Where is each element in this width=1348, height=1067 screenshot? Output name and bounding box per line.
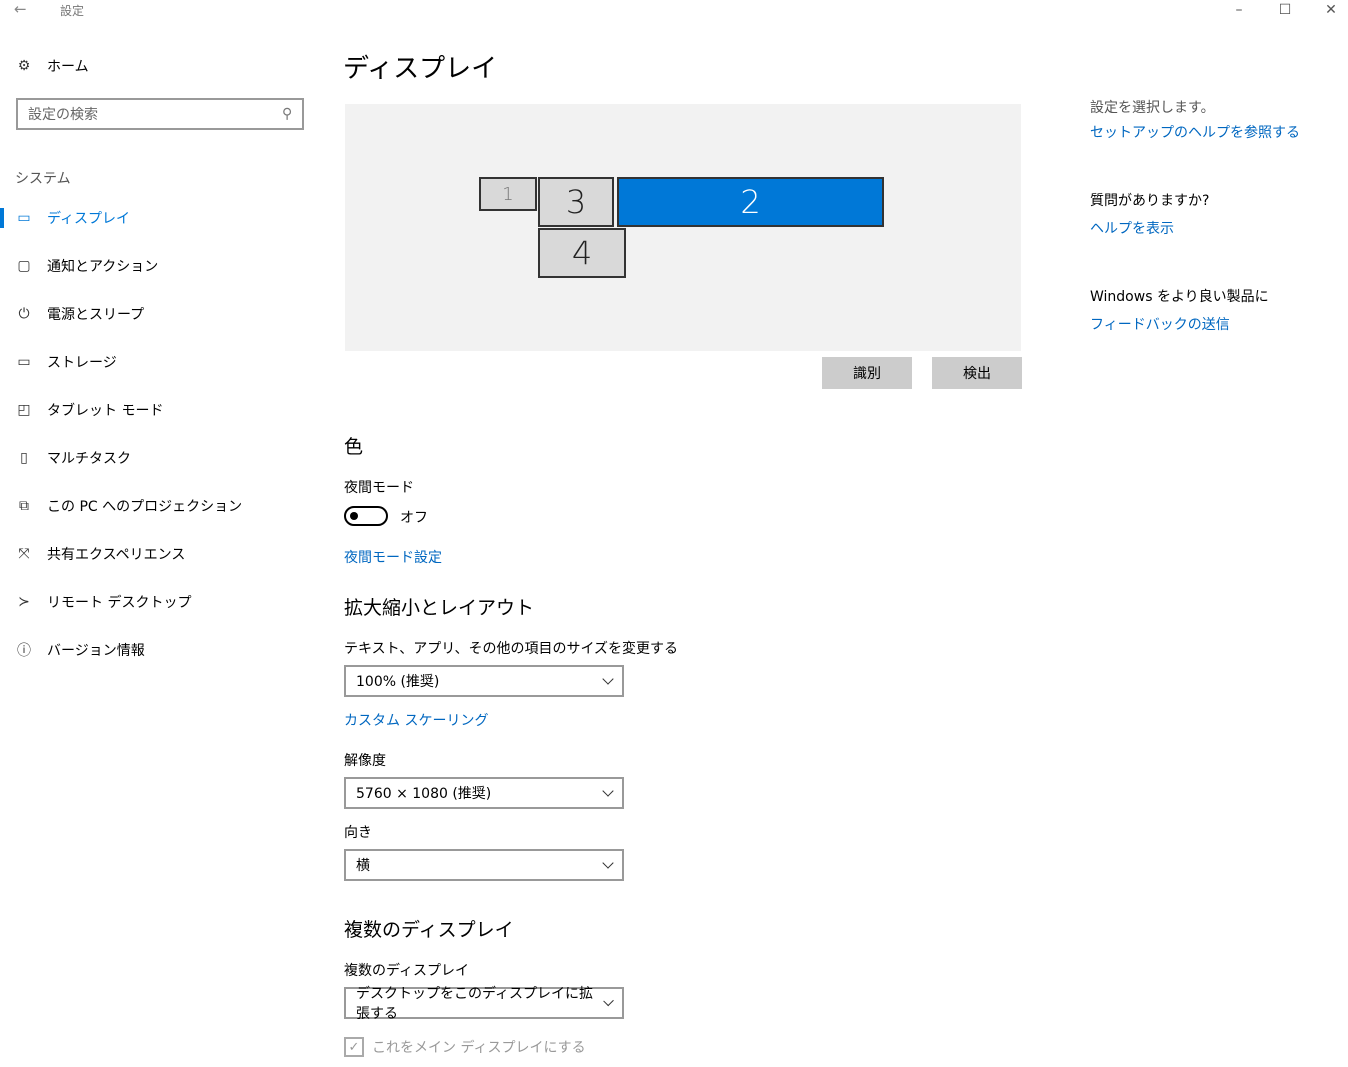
sidebar-item-label: マルチタスク <box>47 451 131 467</box>
checkbox-checked-icon: ✓ <box>344 1037 364 1057</box>
sidebar-item-label: リモート デスクトップ <box>47 595 192 611</box>
tablet-mode-icon: ◰ <box>17 402 31 418</box>
feedback-link[interactable]: フィードバックの送信 <box>1090 314 1230 334</box>
gear-icon: ⚙ <box>17 58 31 74</box>
sidebar-item-5[interactable]: ▯ マルチタスク <box>0 438 320 478</box>
sidebar-item-label: ストレージ <box>47 355 117 371</box>
setup-text: 設定を選択します。 <box>1090 100 1215 116</box>
info-icon: ⓘ <box>17 643 31 659</box>
night-mode-settings-link[interactable]: 夜間モード設定 <box>344 547 442 567</box>
resolution-select[interactable]: 5760 × 1080 (推奨) <box>344 777 624 809</box>
shared-experience-icon: ⤧ <box>18 546 30 562</box>
sidebar-item-1[interactable]: ▢ 通知とアクション <box>0 246 320 286</box>
monitor-3[interactable]: 3 <box>538 177 614 227</box>
question-heading: 質問がありますか? <box>1090 193 1210 209</box>
sidebar-item-6[interactable]: ⧉ この PC へのプロジェクション <box>0 486 320 526</box>
sidebar-item-2[interactable]: ⏻ 電源とスリープ <box>0 294 320 334</box>
sidebar-item-label: バージョン情報 <box>47 643 145 659</box>
sidebar-item-label: 通知とアクション <box>47 259 159 275</box>
sidebar-item-8[interactable]: ≻ リモート デスクトップ <box>0 582 320 622</box>
section-label: システム <box>15 171 71 187</box>
main-display-checkbox[interactable]: ✓ これをメイン ディスプレイにする <box>344 1037 586 1057</box>
custom-scaling-link[interactable]: カスタム スケーリング <box>344 710 488 730</box>
night-mode-toggle[interactable] <box>344 506 388 526</box>
sidebar-item-3[interactable]: ▭ ストレージ <box>0 342 320 382</box>
multi-display-label: 複数のディスプレイ <box>344 963 470 979</box>
sidebar-item-9[interactable]: ⓘ バージョン情報 <box>0 630 320 670</box>
page-title: ディスプレイ <box>343 54 498 84</box>
sidebar-item-7[interactable]: ⤧ 共有エクスペリエンス <box>0 534 320 574</box>
resolution-label: 解像度 <box>344 753 386 769</box>
setup-help-link[interactable]: セットアップのヘルプを参照する <box>1090 122 1300 142</box>
window-title: 設定 <box>60 4 85 18</box>
display-arrangement[interactable]: 1 3 2 4 <box>345 104 1021 351</box>
multi-display-select[interactable]: デスクトップをこのディスプレイに拡張する <box>344 986 624 1022</box>
chevron-down-icon <box>602 673 614 685</box>
identify-button[interactable]: 識別 <box>822 357 912 389</box>
close-icon[interactable]: ✕ <box>1308 0 1348 22</box>
sidebar-item-label: 共有エクスペリエンス <box>47 547 186 563</box>
help-link[interactable]: ヘルプを表示 <box>1090 218 1174 238</box>
sidebar-item-label: この PC へのプロジェクション <box>47 499 243 515</box>
night-mode-state: オフ <box>400 510 428 526</box>
sidebar-item-label: ディスプレイ <box>47 211 131 227</box>
monitor-icon: ▭ <box>17 210 31 226</box>
sidebar-item-label: タブレット モード <box>47 403 164 419</box>
orientation-label: 向き <box>344 825 372 841</box>
projection-icon: ⧉ <box>19 498 29 514</box>
power-icon: ⏻ <box>18 306 30 322</box>
detect-button[interactable]: 検出 <box>932 357 1022 389</box>
monitor-2[interactable]: 2 <box>617 177 884 227</box>
sidebar-item-label: 電源とスリープ <box>47 307 145 323</box>
back-arrow-icon[interactable]: ← <box>14 0 27 18</box>
monitor-4[interactable]: 4 <box>538 228 626 278</box>
storage-icon: ▭ <box>17 354 31 370</box>
maximize-icon[interactable]: ☐ <box>1262 0 1308 22</box>
notification-icon: ▢ <box>17 258 31 274</box>
search-icon: ⚲ <box>281 106 292 122</box>
multitask-icon: ▯ <box>20 450 28 466</box>
night-mode-label: 夜間モード <box>344 480 414 496</box>
chevron-down-icon <box>602 857 614 869</box>
title-bar: ← 設定 – ☐ ✕ <box>0 0 1348 22</box>
sidebar-home[interactable]: ⚙ ホーム <box>0 46 320 86</box>
search-input[interactable]: 設定の検索 ⚲ <box>16 98 304 130</box>
multi-display-heading: 複数のディスプレイ <box>344 919 514 941</box>
remote-desktop-icon: ≻ <box>18 594 30 610</box>
sidebar-item-0[interactable]: ▭ ディスプレイ <box>0 198 320 238</box>
minimize-icon[interactable]: – <box>1216 0 1262 22</box>
chevron-down-icon <box>602 785 614 797</box>
orientation-select[interactable]: 横 <box>344 849 624 881</box>
scale-heading: 拡大縮小とレイアウト <box>344 597 535 619</box>
color-heading: 色 <box>344 436 364 458</box>
size-label: テキスト、アプリ、その他の項目のサイズを変更する <box>344 641 679 657</box>
sidebar-item-4[interactable]: ◰ タブレット モード <box>0 390 320 430</box>
feedback-heading: Windows をより良い製品に <box>1090 289 1269 305</box>
monitor-1[interactable]: 1 <box>479 177 537 211</box>
scale-select[interactable]: 100% (推奨) <box>344 665 624 697</box>
